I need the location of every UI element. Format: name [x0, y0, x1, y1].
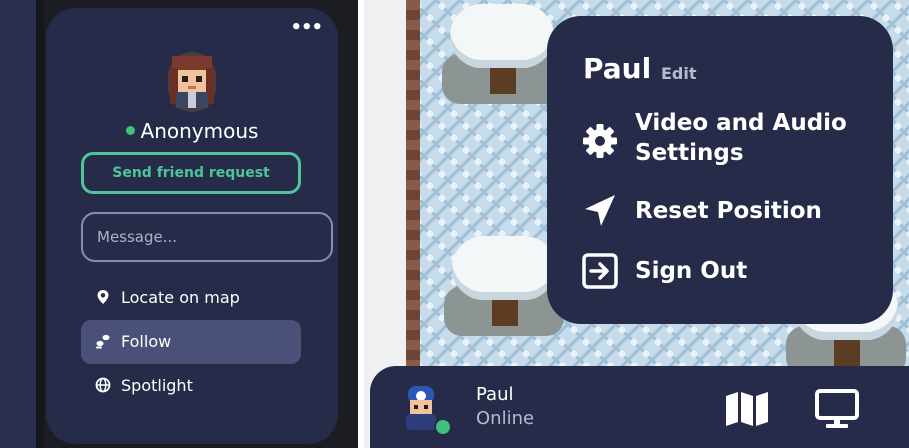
profile-pane: ••• Anonymous Send friend request Locate… — [0, 0, 358, 448]
locate-on-map-button[interactable]: Locate on map — [81, 276, 301, 320]
bottom-bar: Paul Online — [370, 366, 909, 448]
sign-out-item[interactable]: Sign Out — [581, 252, 871, 290]
map-icon[interactable] — [724, 390, 770, 426]
spotlight-label: Spotlight — [121, 376, 193, 395]
follow-button[interactable]: Follow — [81, 320, 301, 364]
video-audio-settings-item[interactable]: Video and Audio Settings — [581, 108, 871, 172]
locate-on-map-label: Locate on map — [121, 288, 240, 307]
bottom-user-status: Online — [476, 408, 535, 429]
sign-out-icon — [582, 253, 618, 289]
globe-icon — [95, 377, 111, 392]
sign-out-label: Sign Out — [635, 258, 748, 284]
menu-user-name: Paul — [583, 52, 652, 85]
sidebar-edge-shadow — [36, 0, 44, 448]
screen-share-icon[interactable] — [814, 388, 860, 430]
user-settings-menu: Paul Edit Video and Audio Settings Reset… — [547, 16, 893, 324]
message-input[interactable] — [81, 212, 333, 262]
footsteps-icon — [96, 334, 110, 348]
reset-position-label: Reset Position — [635, 198, 822, 224]
more-options-button[interactable]: ••• — [290, 19, 323, 37]
follow-label: Follow — [121, 332, 172, 351]
map-pin-icon — [97, 289, 109, 304]
online-status-dot — [125, 126, 135, 135]
video-audio-settings-label: Video and Audio Settings — [635, 110, 847, 166]
profile-name-row: Anonymous — [46, 118, 338, 144]
bottom-user-name: Paul — [476, 384, 514, 405]
reset-position-item[interactable]: Reset Position — [581, 192, 871, 230]
edit-name-link[interactable]: Edit — [661, 64, 697, 83]
gear-icon — [583, 124, 617, 158]
online-status-dot — [434, 418, 452, 436]
snowy-tree-icon — [442, 4, 562, 114]
profile-name: Anonymous — [140, 119, 259, 143]
spotlight-button[interactable]: Spotlight — [81, 364, 301, 408]
navigation-arrow-icon — [585, 195, 615, 226]
snowy-tree-icon — [444, 236, 564, 346]
send-friend-request-button[interactable]: Send friend request — [81, 152, 301, 194]
game-view: Paul Edit Video and Audio Settings Reset… — [364, 0, 909, 448]
sidebar-edge — [0, 0, 36, 448]
avatar-icon — [168, 52, 216, 112]
profile-card: ••• Anonymous Send friend request Locate… — [46, 8, 338, 444]
